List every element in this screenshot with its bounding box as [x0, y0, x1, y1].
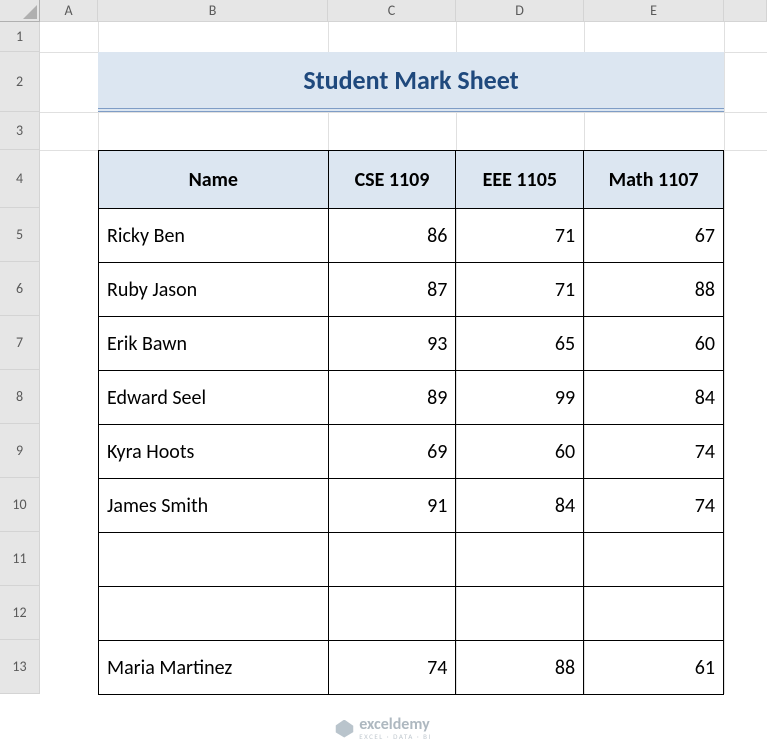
cell-eee[interactable]: 88: [456, 641, 584, 695]
cell-name[interactable]: Edward Seel: [99, 371, 329, 425]
watermark: exceldemy EXCEL · DATA · BI: [335, 717, 432, 740]
watermark-sub: EXCEL · DATA · BI: [359, 733, 432, 740]
cell-math[interactable]: [584, 587, 724, 641]
header-math[interactable]: Math 1107: [584, 151, 724, 209]
cell-eee[interactable]: 84: [456, 479, 584, 533]
cell-math[interactable]: 67: [584, 209, 724, 263]
table-row: Ruby Jason 87 71 88: [99, 263, 724, 317]
table-row-empty: [99, 533, 724, 587]
cell-name[interactable]: [99, 587, 329, 641]
cell-eee[interactable]: 60: [456, 425, 584, 479]
cell-math[interactable]: 88: [584, 263, 724, 317]
col-header-c[interactable]: C: [328, 0, 456, 22]
cell-eee[interactable]: 99: [456, 371, 584, 425]
cell-eee[interactable]: [456, 587, 584, 641]
row-header-4[interactable]: 4: [0, 150, 40, 208]
cell-math[interactable]: 74: [584, 425, 724, 479]
table-row: Edward Seel 89 99 84: [99, 371, 724, 425]
cell-cse[interactable]: 91: [328, 479, 456, 533]
spreadsheet-grid: A B C D E 1 2 3 4 5 6 7 8 9 10 11 12 13 …: [0, 0, 767, 694]
cell-name[interactable]: Maria Martinez: [99, 641, 329, 695]
sheet-title: Student Mark Sheet: [98, 52, 724, 112]
row-header-7[interactable]: 7: [0, 316, 40, 370]
cell-eee[interactable]: 71: [456, 209, 584, 263]
col-header-a[interactable]: A: [40, 0, 98, 22]
exceldemy-logo-icon: [335, 720, 353, 738]
table-header-row: Name CSE 1109 EEE 1105 Math 1107: [99, 151, 724, 209]
row-header-6[interactable]: 6: [0, 262, 40, 316]
cell-cse[interactable]: [328, 587, 456, 641]
cell-cse[interactable]: 86: [328, 209, 456, 263]
cell-math[interactable]: 61: [584, 641, 724, 695]
row-header-9[interactable]: 9: [0, 424, 40, 478]
col-header-b[interactable]: B: [98, 0, 328, 22]
cell-cse[interactable]: 89: [328, 371, 456, 425]
row-header-3[interactable]: 3: [0, 112, 40, 150]
cell-eee[interactable]: 65: [456, 317, 584, 371]
row-header-11[interactable]: 11: [0, 532, 40, 586]
col-header-e[interactable]: E: [584, 0, 724, 22]
cell-name[interactable]: Ruby Jason: [99, 263, 329, 317]
cell-eee[interactable]: [456, 533, 584, 587]
cell-name[interactable]: James Smith: [99, 479, 329, 533]
cell-math[interactable]: 60: [584, 317, 724, 371]
cell-name[interactable]: Erik Bawn: [99, 317, 329, 371]
cell-cse[interactable]: [328, 533, 456, 587]
row-header-5[interactable]: 5: [0, 208, 40, 262]
table-row: James Smith 91 84 74: [99, 479, 724, 533]
cell-eee[interactable]: 71: [456, 263, 584, 317]
cell-math[interactable]: 74: [584, 479, 724, 533]
cell-area[interactable]: Student Mark Sheet Name CSE 1109 EEE 110…: [40, 22, 767, 694]
cell-name[interactable]: Ricky Ben: [99, 209, 329, 263]
header-cse[interactable]: CSE 1109: [328, 151, 456, 209]
row-header-10[interactable]: 10: [0, 478, 40, 532]
col-header-blank[interactable]: [724, 0, 767, 22]
cell-cse[interactable]: 87: [328, 263, 456, 317]
watermark-text: exceldemy EXCEL · DATA · BI: [359, 717, 432, 740]
header-eee[interactable]: EEE 1105: [456, 151, 584, 209]
header-name[interactable]: Name: [99, 151, 329, 209]
table-row: Maria Martinez 74 88 61: [99, 641, 724, 695]
cell-cse[interactable]: 74: [328, 641, 456, 695]
cell-cse[interactable]: 93: [328, 317, 456, 371]
row-header-1[interactable]: 1: [0, 22, 40, 52]
cell-name[interactable]: [99, 533, 329, 587]
row-header-12[interactable]: 12: [0, 586, 40, 640]
row-header-8[interactable]: 8: [0, 370, 40, 424]
table-row: Kyra Hoots 69 60 74: [99, 425, 724, 479]
select-all-corner[interactable]: [0, 0, 40, 22]
marks-table: Name CSE 1109 EEE 1105 Math 1107 Ricky B…: [98, 150, 724, 695]
col-header-d[interactable]: D: [456, 0, 584, 22]
cell-name[interactable]: Kyra Hoots: [99, 425, 329, 479]
cell-math[interactable]: [584, 533, 724, 587]
watermark-main: exceldemy: [359, 717, 432, 733]
row-header-13[interactable]: 13: [0, 640, 40, 694]
cell-cse[interactable]: 69: [328, 425, 456, 479]
table-row: Erik Bawn 93 65 60: [99, 317, 724, 371]
row-header-2[interactable]: 2: [0, 52, 40, 112]
table-row: Ricky Ben 86 71 67: [99, 209, 724, 263]
table-row-empty: [99, 587, 724, 641]
cell-math[interactable]: 84: [584, 371, 724, 425]
